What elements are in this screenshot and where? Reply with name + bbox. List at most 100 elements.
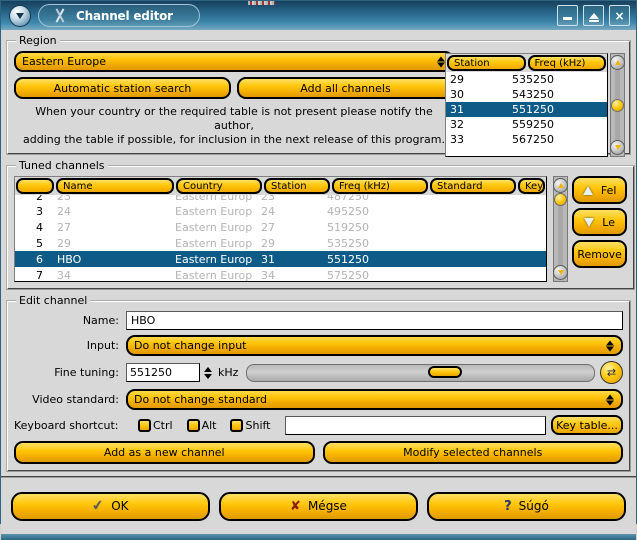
- alt-label: Alt: [201, 418, 217, 432]
- window-tab-channel-editor[interactable]: Channel editor: [38, 4, 200, 27]
- row-country: Eastern Europ: [175, 195, 253, 203]
- station-cell: 33: [450, 133, 464, 146]
- add-as-new-channel-button[interactable]: Add as a new channel: [14, 441, 315, 464]
- input-combo[interactable]: Do not change input: [126, 335, 623, 356]
- station-row[interactable]: 29 535250: [446, 72, 607, 87]
- automatic-station-search-button[interactable]: Automatic station search: [14, 77, 231, 99]
- add-all-channels-label: Add all channels: [300, 81, 391, 95]
- scrollbar-track[interactable]: [615, 70, 620, 99]
- station-column-header[interactable]: Station: [447, 55, 526, 71]
- window-menu-orb-icon[interactable]: [9, 4, 31, 27]
- tuned-channels-table[interactable]: Name Country Station Freq (kHz) Standard…: [14, 176, 548, 282]
- fine-tuning-unit: kHz: [218, 366, 239, 379]
- name-column-header[interactable]: Name: [56, 178, 174, 194]
- close-button[interactable]: ×: [609, 5, 630, 26]
- tuned-channels-wrap: Name Country Station Freq (kHz) Standard…: [14, 176, 628, 282]
- edit-action-buttons: Add as a new channel Modify selected cha…: [14, 441, 623, 464]
- tuned-channels-group: Tuned channels Name Country Station Freq…: [6, 159, 636, 290]
- fine-tuning-slider[interactable]: [246, 363, 595, 382]
- row-index: 2: [36, 195, 43, 203]
- maximize-button[interactable]: [583, 5, 604, 26]
- reset-arrows-icon[interactable]: ⇄: [600, 361, 623, 384]
- row-freq: 575250: [327, 268, 369, 282]
- automatic-station-search-label: Automatic station search: [53, 81, 192, 95]
- station-cell: 32: [450, 118, 464, 131]
- chevron-updown-icon: [606, 340, 614, 351]
- remove-label: Remove: [577, 247, 622, 261]
- name-label: Name:: [82, 314, 119, 327]
- row-name: 29: [57, 236, 71, 250]
- name-input[interactable]: HBO: [126, 311, 623, 330]
- keyboard-shortcut-label: Keyboard shortcut:: [14, 418, 119, 432]
- fine-tuning-input[interactable]: 551250: [126, 363, 200, 382]
- modify-selected-channels-label: Modify selected channels: [403, 446, 543, 459]
- modify-selected-channels-button[interactable]: Modify selected channels: [322, 441, 623, 464]
- region-combo[interactable]: Eastern Europe: [14, 51, 454, 72]
- row-station: 31: [261, 252, 275, 266]
- station-row[interactable]: 33 567250: [446, 132, 607, 147]
- question-icon: ?: [504, 498, 512, 514]
- scroll-down-icon[interactable]: [553, 265, 569, 280]
- scroll-up-icon[interactable]: [553, 178, 569, 193]
- table-row[interactable]: 7 34 Eastern Europ 34 575250: [15, 267, 546, 282]
- move-down-button[interactable]: Le: [572, 208, 628, 236]
- row-name: 24: [57, 204, 71, 218]
- window-bottom-edge: [1, 534, 636, 540]
- country-column-header[interactable]: Country: [176, 178, 262, 194]
- row-index: 7: [36, 268, 43, 282]
- scroll-down-icon[interactable]: [610, 140, 625, 155]
- edit-channel-legend: Edit channel: [19, 294, 88, 307]
- shift-checkbox[interactable]: [230, 418, 244, 432]
- row-name: 27: [57, 220, 71, 234]
- key-column-header[interactable]: Key: [518, 178, 546, 194]
- channel-editor-window: Channel editor × Region Eastern Europe A…: [0, 0, 637, 540]
- shortcut-input[interactable]: [284, 415, 546, 435]
- scrollbar-track[interactable]: [558, 206, 564, 265]
- cancel-button[interactable]: ✘ Mégse: [219, 491, 418, 521]
- help-button[interactable]: ? Súgó: [427, 491, 626, 521]
- slider-knob[interactable]: [427, 365, 462, 378]
- freq-column-header[interactable]: Freq (kHz): [332, 178, 428, 194]
- ctrl-checkbox[interactable]: [138, 418, 151, 432]
- table-row[interactable]: 5 29 Eastern Europ 29 535250: [15, 235, 546, 251]
- freq-cell: 551250: [512, 103, 554, 116]
- row-freq: 519250: [327, 220, 369, 234]
- row-country: Eastern Europ: [175, 220, 253, 234]
- table-row[interactable]: 4 27 Eastern Europ 27 519250: [15, 219, 546, 235]
- tuned-channels-scrollbar[interactable]: [553, 176, 569, 282]
- station-table[interactable]: Station Freq (kHz) 29 535250 30 543250 3…: [445, 53, 608, 157]
- x-icon: ✘: [290, 498, 301, 514]
- station-column-header[interactable]: Station: [264, 178, 330, 194]
- ok-label: OK: [111, 499, 129, 513]
- video-standard-combo[interactable]: Do not change standard: [126, 389, 623, 410]
- scrollbar-thumb[interactable]: [611, 98, 624, 112]
- ctrl-label: Ctrl: [153, 418, 173, 432]
- close-icon: ×: [614, 8, 625, 23]
- station-row-selected[interactable]: 31 551250: [446, 102, 607, 117]
- station-table-scrollbar[interactable]: [610, 53, 625, 157]
- move-up-button[interactable]: Fel: [572, 176, 628, 204]
- table-row-selected[interactable]: 6 HBO Eastern Europ 31 551250: [15, 251, 547, 267]
- minimize-icon: [563, 17, 572, 20]
- alt-checkbox[interactable]: [186, 418, 200, 432]
- standard-column-header[interactable]: Standard: [430, 178, 516, 194]
- station-row[interactable]: 30 543250: [446, 87, 607, 102]
- fine-tuning-stepper[interactable]: [204, 366, 212, 379]
- station-row[interactable]: 32 559250: [446, 117, 607, 132]
- scrollbar-track[interactable]: [615, 111, 620, 140]
- remove-button[interactable]: Remove: [572, 240, 628, 268]
- title-bar: Channel editor ×: [1, 1, 636, 30]
- scroll-up-icon[interactable]: [610, 55, 625, 70]
- table-row[interactable]: 3 24 Eastern Europ 24 495250: [15, 203, 546, 219]
- key-table-button[interactable]: Key table...: [551, 415, 623, 435]
- freq-column-header[interactable]: Freq (kHz): [527, 55, 606, 71]
- row-station: 34: [261, 268, 275, 282]
- add-all-channels-button[interactable]: Add all channels: [237, 77, 454, 99]
- table-row[interactable]: 2 23 Eastern Europ 23 487250: [15, 195, 546, 203]
- edit-channel-group: Edit channel Name: HBO Input: Do not cha…: [6, 294, 631, 472]
- index-column-header[interactable]: [16, 178, 54, 194]
- video-standard-label: Video standard:: [32, 393, 119, 406]
- minimize-button[interactable]: [557, 5, 578, 26]
- scrollbar-thumb[interactable]: [554, 193, 568, 206]
- ok-button[interactable]: ✔ OK: [11, 491, 210, 521]
